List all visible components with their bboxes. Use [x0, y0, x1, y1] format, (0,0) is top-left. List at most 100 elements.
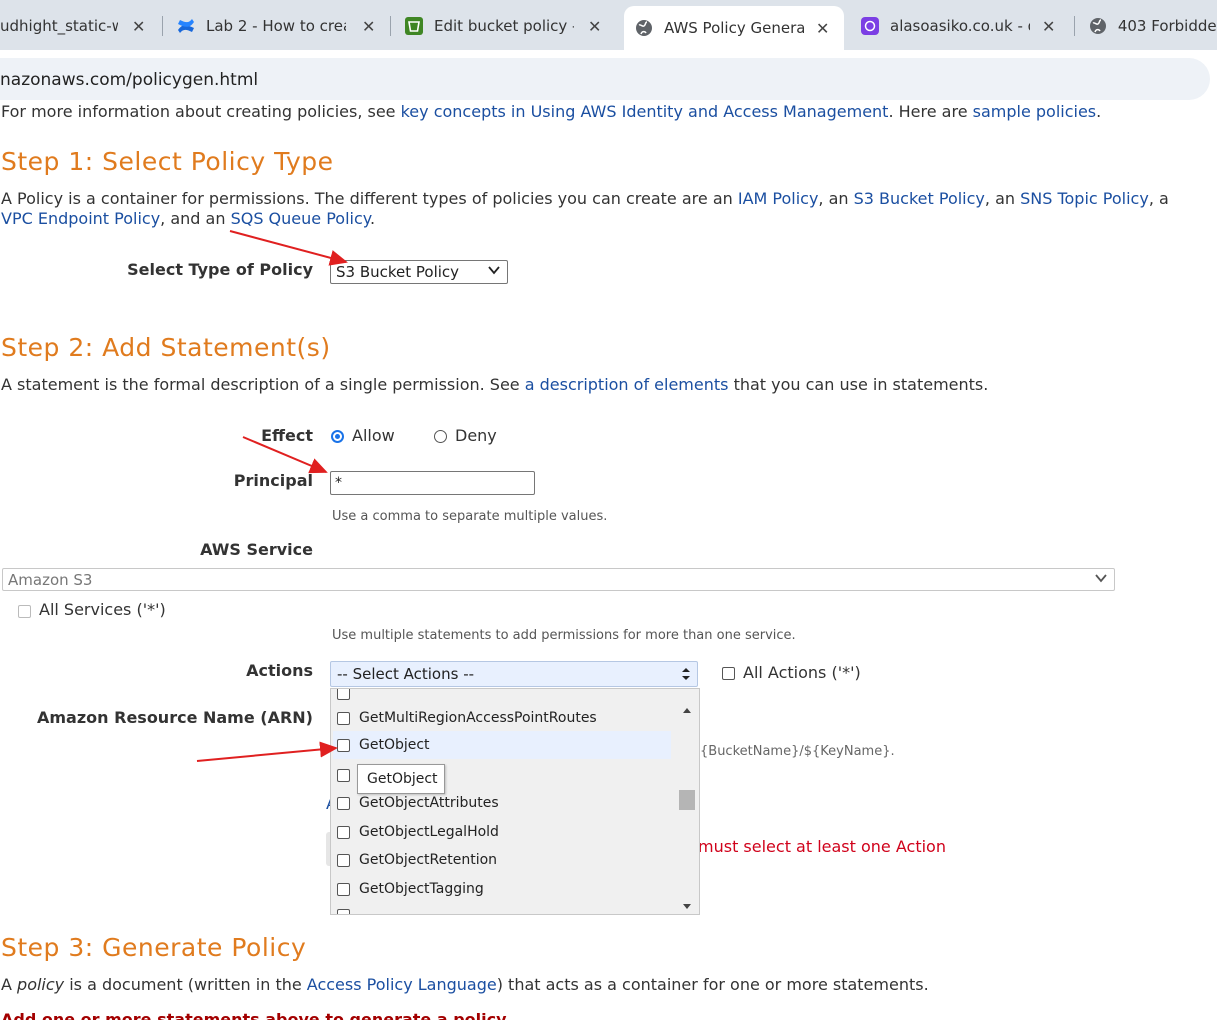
step1-desc-sep: , an: [818, 189, 854, 208]
step3-desc-text: ) that acts as a container for one or mo…: [496, 975, 929, 994]
tab-close-icon[interactable]: ✕: [816, 19, 829, 38]
list-item[interactable]: [331, 901, 671, 914]
sample-policies-link[interactable]: sample policies: [973, 102, 1097, 121]
step3-heading: Step 3: Generate Policy: [1, 933, 307, 962]
action-label: GetObjectAttributes: [359, 795, 499, 811]
action-checkbox[interactable]: [337, 738, 350, 752]
action-checkbox[interactable]: [337, 768, 350, 782]
action-label: GetObjectLegalHold: [359, 824, 499, 840]
key-concepts-link[interactable]: key concepts in Using AWS Identity and A…: [401, 102, 889, 121]
all-services-checkbox[interactable]: [18, 605, 31, 618]
step3-description: A policy is a document (written in the A…: [1, 975, 929, 994]
chevron-down-icon: [487, 263, 501, 281]
step2-description: A statement is the formal description of…: [1, 375, 988, 394]
scroll-thumb[interactable]: [679, 790, 695, 810]
allow-radio[interactable]: [331, 430, 344, 443]
aws-service-value: Amazon S3: [8, 571, 93, 589]
app-icon: [860, 16, 880, 36]
intro-middle: . Here are: [888, 102, 973, 121]
action-label: GetObject: [359, 737, 430, 753]
allow-label[interactable]: Allow: [352, 426, 395, 445]
step2-desc-text: that you can use in statements.: [728, 375, 989, 394]
s3-bucket-policy-link[interactable]: S3 Bucket Policy: [854, 189, 985, 208]
tab-title: Edit bucket policy - S: [434, 17, 574, 35]
access-policy-language-link[interactable]: Access Policy Language: [307, 975, 497, 994]
action-checkbox[interactable]: [337, 882, 350, 896]
action-checkbox[interactable]: [337, 796, 350, 810]
aws-service-select[interactable]: Amazon S3: [2, 568, 1115, 591]
actions-label: Actions: [246, 661, 313, 680]
tab-title: udhight_static-we: [0, 17, 118, 35]
principal-label: Principal: [233, 471, 313, 490]
tab-close-icon[interactable]: ✕: [588, 17, 601, 36]
step2-heading: Step 2: Add Statement(s): [1, 333, 331, 362]
tooltip: GetObject: [357, 764, 445, 794]
list-item[interactable]: GetObjectRetention: [331, 846, 671, 874]
action-label: GetObjectTagging: [359, 881, 484, 897]
vpc-endpoint-policy-link[interactable]: VPC Endpoint Policy: [1, 209, 160, 228]
iam-policy-link[interactable]: IAM Policy: [738, 189, 819, 208]
browser-tab-5[interactable]: alasoasiko.co.uk - de ✕: [860, 8, 1070, 44]
step2-desc-text: A statement is the formal description of…: [1, 375, 525, 394]
policy-type-value: S3 Bucket Policy: [336, 263, 460, 281]
globe-icon: [1088, 16, 1108, 36]
intro-suffix: .: [1096, 102, 1102, 121]
action-checkbox[interactable]: [337, 711, 350, 725]
actions-dropdown-list[interactable]: GetMultiRegionAccessPointRoutes GetObjec…: [330, 688, 700, 915]
action-checkbox[interactable]: [337, 853, 350, 867]
scroll-down-icon[interactable]: [682, 896, 692, 914]
arn-label: Amazon Resource Name (ARN): [37, 708, 313, 727]
principal-input[interactable]: *: [330, 471, 535, 495]
step1-desc-text: A Policy is a container for permissions.…: [1, 189, 738, 208]
tab-close-icon[interactable]: ✕: [1042, 17, 1055, 36]
policy-type-select[interactable]: S3 Bucket Policy: [330, 260, 508, 284]
validation-error: must select at least one Action: [698, 837, 946, 856]
browser-tab-3[interactable]: Edit bucket policy - S ✕: [404, 8, 614, 44]
action-checkbox[interactable]: [337, 908, 350, 914]
principal-hint: Use a comma to separate multiple values.: [332, 509, 608, 524]
deny-label[interactable]: Deny: [455, 426, 497, 445]
step1-description-line1: A Policy is a container for permissions.…: [1, 189, 1169, 208]
all-actions-label: All Actions ('*'): [743, 663, 861, 682]
s3-bucket-icon: [404, 16, 424, 36]
actions-select[interactable]: -- Select Actions --: [330, 661, 698, 687]
tab-divider: [1074, 16, 1075, 36]
step1-desc-sep: , and an: [160, 209, 231, 228]
tab-close-icon[interactable]: ✕: [362, 17, 375, 36]
list-item-hovered[interactable]: GetObject: [333, 731, 671, 759]
list-item[interactable]: GetObjectLegalHold: [331, 818, 671, 846]
arn-hint: {BucketName}/${KeyName}.: [700, 744, 895, 759]
service-hint: Use multiple statements to add permissio…: [332, 628, 796, 643]
sns-topic-policy-link[interactable]: SNS Topic Policy: [1020, 189, 1149, 208]
action-label: GetMultiRegionAccessPointRoutes: [359, 710, 597, 726]
action-checkbox[interactable]: [337, 689, 350, 700]
step1-heading: Step 1: Select Policy Type: [1, 147, 334, 176]
tab-divider: [162, 16, 163, 36]
sqs-queue-policy-link[interactable]: SQS Queue Policy: [231, 209, 370, 228]
deny-radio[interactable]: [434, 430, 447, 443]
browser-tab-active[interactable]: AWS Policy Generato ✕: [624, 6, 844, 50]
step1-desc-sep: , a: [1148, 189, 1169, 208]
step1-desc-sep: , an: [984, 189, 1021, 208]
browser-tab-2[interactable]: Lab 2 - How to create ✕: [176, 8, 386, 44]
browser-tab-1[interactable]: udhight_static-we ✕: [0, 8, 160, 44]
all-actions-checkbox[interactable]: [722, 667, 735, 680]
tab-divider: [390, 16, 391, 36]
list-item[interactable]: GetObjectTagging: [331, 875, 671, 903]
url-text[interactable]: nazonaws.com/policygen.html: [0, 70, 258, 90]
step3-desc-emphasis: policy: [17, 975, 65, 994]
action-checkbox[interactable]: [337, 825, 350, 839]
scroll-up-icon[interactable]: [682, 699, 692, 718]
description-of-elements-link[interactable]: a description of elements: [525, 375, 729, 394]
step3-desc-text: A: [1, 975, 18, 994]
effect-label: Effect: [261, 426, 313, 445]
tab-close-icon[interactable]: ✕: [132, 17, 145, 36]
browser-tab-6[interactable]: 403 Forbidden: [1088, 8, 1217, 44]
tab-title: 403 Forbidden: [1117, 17, 1217, 35]
actions-placeholder: -- Select Actions --: [337, 665, 475, 683]
step1-description-line2: VPC Endpoint Policy, and an SQS Queue Po…: [1, 209, 375, 228]
dropdown-scrollbar[interactable]: [675, 689, 699, 914]
tab-title: Lab 2 - How to create: [206, 17, 346, 35]
aws-service-label: AWS Service: [200, 540, 313, 559]
list-item[interactable]: GetMultiRegionAccessPointRoutes: [331, 704, 671, 732]
